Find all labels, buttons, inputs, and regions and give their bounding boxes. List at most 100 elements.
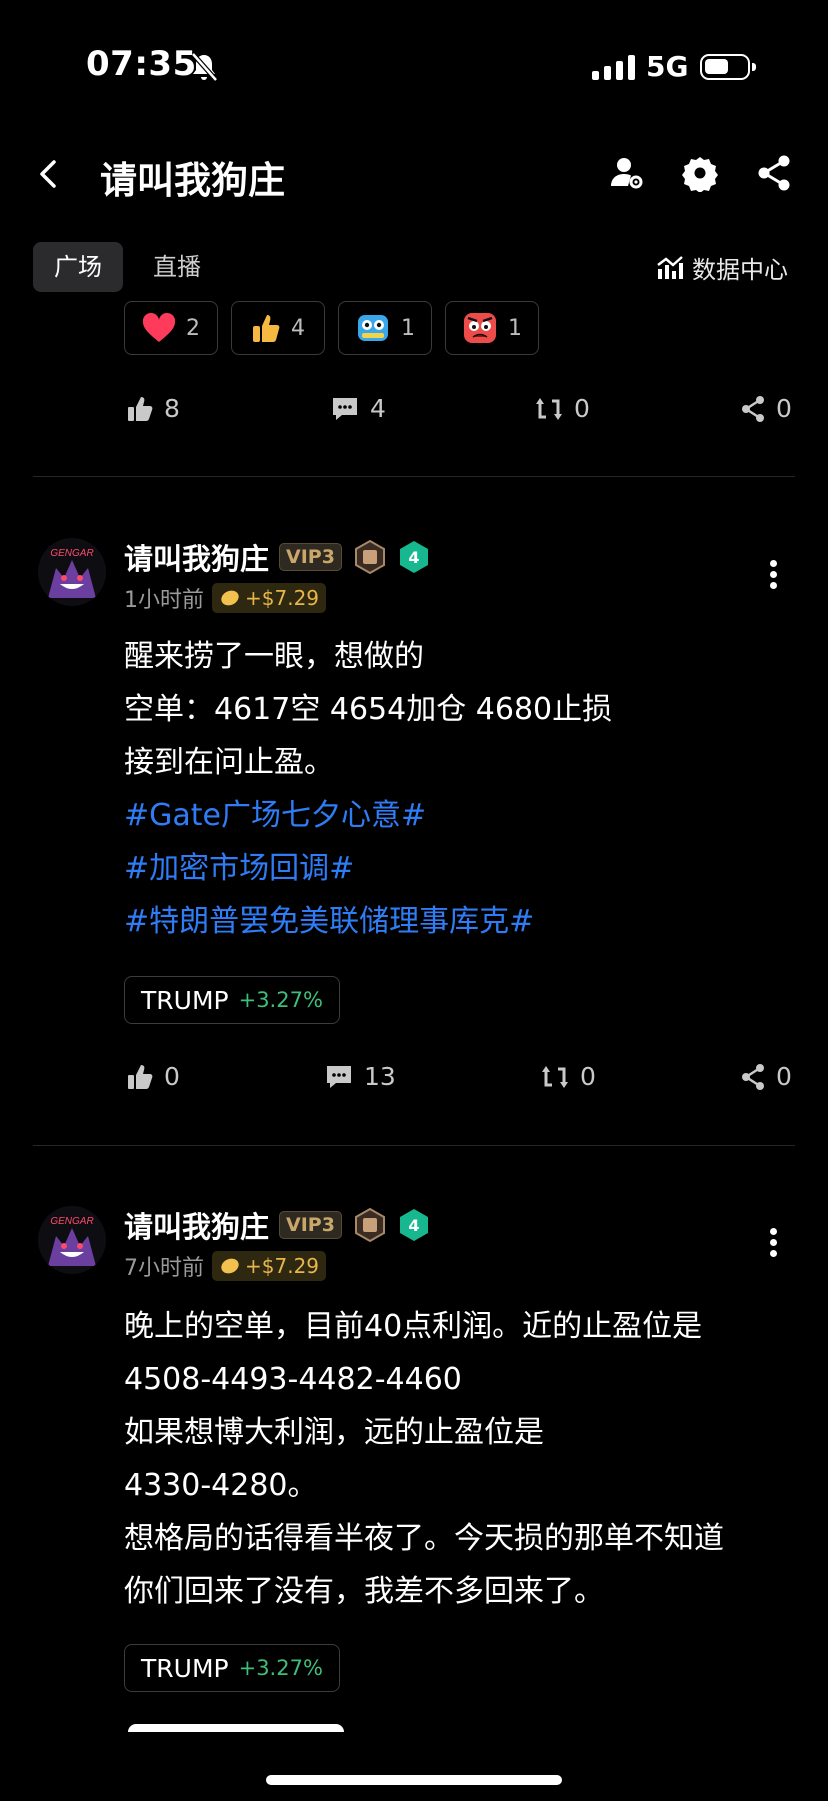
reaction-angry[interactable]: 1	[445, 301, 539, 355]
avatar-image: GENGAR	[38, 1206, 106, 1274]
hashtag-link[interactable]: #加密市场回调#	[124, 842, 612, 895]
network-type: 5G	[646, 50, 689, 83]
status-time: 07:35	[86, 44, 197, 84]
level-number: 4	[408, 1216, 419, 1235]
thumbs-up-emoji-icon	[253, 315, 280, 342]
like-count: 0	[164, 1062, 180, 1091]
like-count: 8	[164, 394, 180, 423]
scroll-badge-icon	[354, 539, 385, 575]
post-text-line: 4330-4280。	[124, 1468, 318, 1503]
battery-icon	[700, 54, 756, 80]
vip-badge: VIP3	[279, 543, 342, 571]
ticker-symbol: TRUMP	[141, 1653, 229, 1683]
thumbs-up-icon	[128, 396, 153, 421]
chart-icon	[657, 255, 683, 279]
reward-badge: +$7.29	[212, 583, 327, 613]
more-options-button[interactable]	[770, 556, 778, 593]
next-card-edge	[128, 1724, 344, 1732]
avatar[interactable]: GENGAR	[38, 1206, 106, 1274]
back-arrow-icon[interactable]	[34, 156, 64, 192]
tab-live[interactable]: 直播	[153, 242, 201, 292]
repost-count: 0	[580, 1062, 596, 1091]
repost-icon	[536, 397, 562, 420]
post-text-line: 空单：4617空 4654加仓 4680止损	[124, 692, 613, 727]
home-indicator[interactable]	[266, 1775, 562, 1785]
like-button[interactable]: 8	[126, 394, 180, 423]
post-text-line: 醒来捞了一眼，想做的	[124, 639, 424, 674]
coin-icon	[221, 1258, 239, 1274]
reward-amount: +$7.29	[245, 1254, 320, 1278]
share-button[interactable]: 0	[740, 1062, 792, 1091]
repost-button[interactable]: 0	[534, 394, 590, 423]
ticker-change: +3.27%	[238, 988, 323, 1012]
share-button[interactable]: 0	[740, 394, 792, 423]
reaction-robot[interactable]: 1	[338, 301, 432, 355]
post-body: 晚上的空单，目前40点利润。近的止盈位是 4508-4493-4482-4460…	[124, 1300, 724, 1618]
hashtag-link[interactable]: #Gate广场七夕心意#	[124, 789, 612, 842]
repost-count: 0	[574, 394, 590, 423]
reaction-heart[interactable]: 2	[124, 301, 218, 355]
reaction-thumbs-up[interactable]: 4	[231, 301, 325, 355]
post-meta: 1小时前 +$7.29	[124, 582, 327, 614]
scroll-badge-icon	[354, 1207, 385, 1243]
tab-square[interactable]: 广场	[33, 242, 123, 292]
divider	[33, 1145, 795, 1146]
divider	[33, 476, 795, 477]
ticker-chip[interactable]: TRUMP +3.27%	[124, 1644, 340, 1692]
data-center-label: 数据中心	[692, 256, 788, 284]
data-center-link[interactable]: 数据中心	[656, 250, 788, 285]
level-badge: 4	[399, 1209, 428, 1241]
coin-icon	[221, 590, 239, 606]
angry-face-emoji-icon	[464, 313, 496, 343]
username[interactable]: 请叫我狗庄	[124, 536, 269, 578]
robot-emoji-icon	[358, 315, 388, 341]
comment-button[interactable]: 4	[330, 394, 386, 423]
share-icon	[742, 1063, 764, 1090]
repost-button[interactable]: 0	[540, 1062, 596, 1091]
comment-icon	[327, 1065, 351, 1088]
ticker-symbol: TRUMP	[141, 985, 229, 1015]
post-text-line: 你们回来了没有，我差不多回来了。	[124, 1574, 604, 1609]
repost-icon	[542, 1065, 568, 1088]
more-options-button[interactable]	[770, 1224, 778, 1261]
avatar-image: GENGAR	[38, 538, 106, 606]
post-time: 7小时前	[124, 1256, 204, 1281]
reward-badge: +$7.29	[212, 1251, 327, 1281]
comment-icon	[333, 397, 357, 420]
user-settings-icon[interactable]	[608, 154, 646, 192]
svg-text:GENGAR: GENGAR	[50, 1216, 93, 1227]
post-text-line: 如果想博大利润，远的止盈位是	[124, 1415, 544, 1450]
reaction-count: 1	[508, 315, 522, 341]
level-number: 4	[408, 548, 419, 567]
vip-badge: VIP3	[279, 1211, 342, 1239]
heart-emoji-icon	[142, 313, 176, 342]
avatar[interactable]: GENGAR	[38, 538, 106, 606]
hashtag-link[interactable]: #特朗普罢免美联储理事库克#	[124, 895, 612, 948]
comment-count: 4	[370, 394, 386, 423]
like-button[interactable]: 0	[126, 1062, 180, 1091]
level-badge: 4	[399, 541, 428, 573]
reaction-count: 2	[186, 315, 200, 341]
post-header: 请叫我狗庄 VIP3 4	[124, 1204, 430, 1246]
bell-muted-icon	[191, 52, 218, 82]
reward-amount: +$7.29	[245, 586, 320, 610]
post-text-line: 4508-4493-4482-4460	[124, 1362, 462, 1397]
share-icon[interactable]	[756, 154, 792, 192]
signal-icon	[592, 54, 635, 80]
share-count: 0	[776, 394, 792, 423]
ticker-change: +3.27%	[238, 1656, 323, 1680]
comment-button[interactable]: 13	[324, 1062, 396, 1091]
page-title: 请叫我狗庄	[100, 159, 285, 202]
share-icon	[742, 395, 764, 422]
settings-gear-icon[interactable]	[681, 154, 719, 192]
post-text-line: 想格局的话得看半夜了。今天损的那单不知道	[124, 1521, 724, 1556]
svg-text:GENGAR: GENGAR	[50, 548, 93, 559]
username[interactable]: 请叫我狗庄	[124, 1204, 269, 1246]
post-meta: 7小时前 +$7.29	[124, 1250, 327, 1282]
reaction-count: 4	[291, 315, 305, 341]
post-body: 醒来捞了一眼，想做的 空单：4617空 4654加仓 4680止损 接到在问止盈…	[124, 630, 612, 948]
post-header: 请叫我狗庄 VIP3 4	[124, 536, 430, 578]
comment-count: 13	[364, 1062, 396, 1091]
ticker-chip[interactable]: TRUMP +3.27%	[124, 976, 340, 1024]
thumbs-up-icon	[128, 1064, 153, 1089]
